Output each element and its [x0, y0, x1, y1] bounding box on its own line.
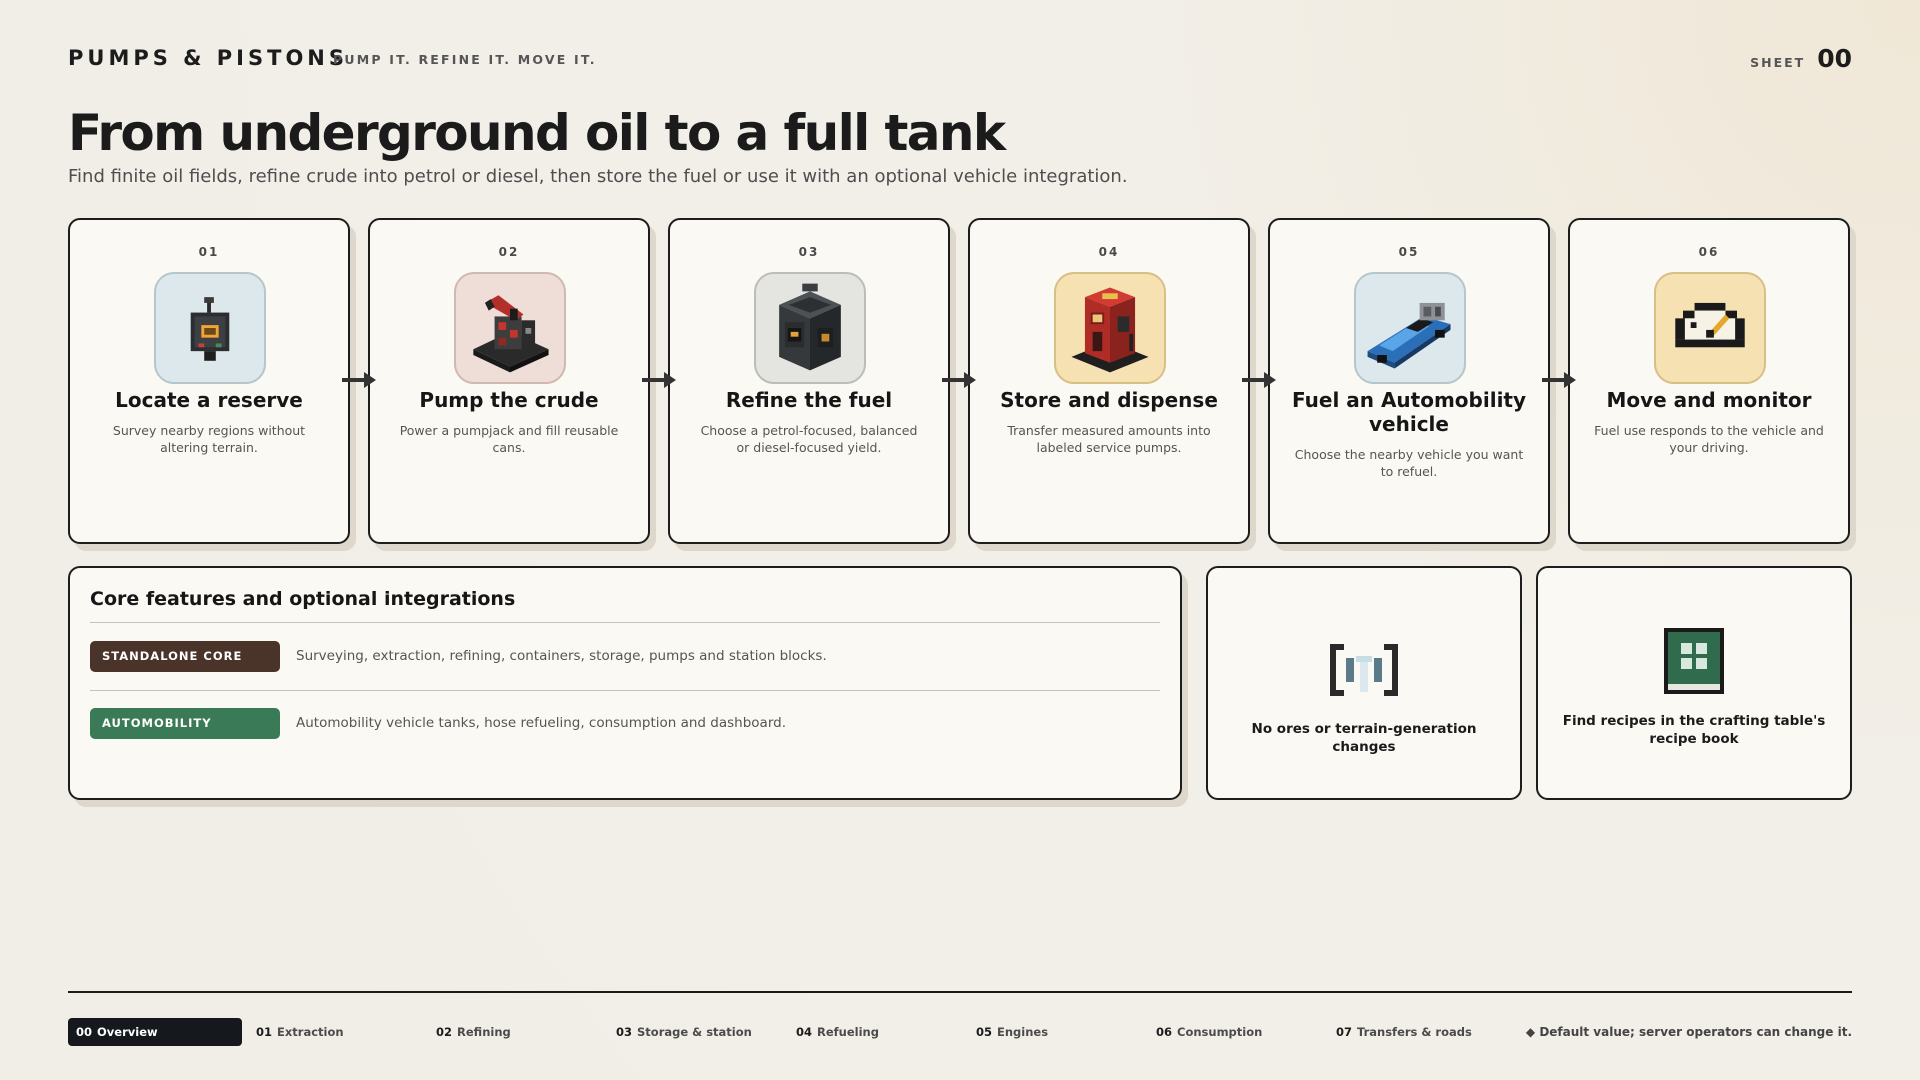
step-title: Pump the crude: [419, 388, 599, 412]
feature-description: Surveying, extraction, refining, contain…: [296, 648, 827, 664]
step-number: 05: [1398, 245, 1420, 259]
nav-item-consumption[interactable]: 06 Consumption: [1148, 1018, 1322, 1046]
step-description: Fuel use responds to the vehicle and you…: [1594, 423, 1824, 455]
step-number: 01: [198, 245, 220, 259]
divider: [90, 690, 1160, 691]
step-number: 02: [498, 245, 520, 259]
feature-description: Automobility vehicle tanks, hose refueli…: [296, 715, 787, 731]
nav-item-number: 06: [1156, 1025, 1173, 1039]
nav-item-refining[interactable]: 02 Refining: [428, 1018, 602, 1046]
card-text: Find recipes in the crafting table's rec…: [1562, 713, 1826, 747]
info-card-recipe-book: Find recipes in the crafting table's rec…: [1536, 566, 1852, 800]
nav-item-extraction[interactable]: 01 Extraction: [248, 1018, 422, 1046]
nav-item-number: 00: [76, 1025, 93, 1039]
step-title: Move and monitor: [1606, 388, 1812, 412]
step-number: 06: [1698, 245, 1720, 259]
nav-item-number: 07: [1336, 1025, 1353, 1039]
structure-void-icon: [1330, 644, 1398, 696]
sheet-label: SHEET: [1750, 55, 1806, 70]
default-value-note: ◆ Default value; server operators can ch…: [1525, 1025, 1852, 1039]
step-title: Locate a reserve: [115, 388, 303, 412]
nav-item-transfers-roads[interactable]: 07 Transfers & roads: [1328, 1018, 1502, 1046]
nav-item-label: Transfers & roads: [1357, 1025, 1472, 1039]
step-card-pump: 02 Pump the crude Power a pumpjack and f…: [368, 218, 650, 544]
nav-item-number: 02: [436, 1025, 453, 1039]
nav-item-number: 03: [616, 1025, 633, 1039]
arrow-right-icon: [1242, 372, 1276, 388]
survey-device-icon: [154, 272, 266, 384]
nav-item-storage-station[interactable]: 03 Storage & station: [608, 1018, 782, 1046]
step-card-refine: 03 Refine the fuel Choose a petrol-focus…: [668, 218, 950, 544]
top-bar: PUMPS & PISTONS PUMP IT. REFINE IT. MOVE…: [68, 44, 1852, 74]
step-title: Refine the fuel: [725, 388, 893, 412]
nav-item-label: Overview: [97, 1025, 158, 1039]
arrow-right-icon: [942, 372, 976, 388]
info-card-no-terrain: No ores or terrain-generation changes: [1206, 566, 1522, 800]
recipe-book-icon: [1664, 628, 1724, 694]
vehicle-icon: [1354, 272, 1466, 384]
refinery-icon: [754, 272, 866, 384]
step-description: Survey nearby regions without altering t…: [112, 423, 306, 455]
sheet-indicator: SHEET 00: [1750, 44, 1852, 73]
step-description: Choose the nearby vehicle you want to re…: [1294, 447, 1524, 479]
sheet-navigation: 00 Overview 01 Extraction 02 Refining 03 Sto…: [68, 1018, 1852, 1046]
process-steps: 01 Locate a reserve Survey nearby region…: [68, 218, 1852, 544]
features-title: Core features and optional integrations: [90, 588, 516, 610]
nav-item-overview[interactable]: 00 Overview: [68, 1018, 242, 1046]
nav-item-number: 01: [256, 1025, 273, 1039]
divider: [90, 622, 1160, 623]
brand-logo: PUMPS & PISTONS: [68, 46, 348, 70]
arrow-right-icon: [1542, 372, 1576, 388]
gauge-icon: [1654, 272, 1766, 384]
arrow-right-icon: [642, 372, 676, 388]
step-card-monitor: 06 Move and monitor Fuel use responds to…: [1568, 218, 1850, 544]
brand-tagline: PUMP IT. REFINE IT. MOVE IT.: [333, 52, 597, 67]
nav-item-label: Consumption: [1177, 1025, 1263, 1039]
standalone-core-badge: STANDALONE CORE: [90, 641, 280, 672]
step-card-locate: 01 Locate a reserve Survey nearby region…: [68, 218, 350, 544]
features-panel: Core features and optional integrations …: [68, 566, 1182, 800]
nav-item-number: 05: [976, 1025, 993, 1039]
page-title: From underground oil to a full tank: [68, 104, 1006, 162]
nav-item-label: Storage & station: [637, 1025, 752, 1039]
nav-item-label: Refining: [457, 1025, 511, 1039]
step-number: 03: [798, 245, 820, 259]
nav-item-number: 04: [796, 1025, 813, 1039]
nav-item-label: Engines: [997, 1025, 1049, 1039]
pumpjack-icon: [454, 272, 566, 384]
step-description: Power a pumpjack and fill reusable cans.: [399, 423, 619, 455]
footer-divider: [68, 991, 1852, 993]
step-title: Store and dispense: [1000, 388, 1218, 412]
sheet-number: 00: [1817, 44, 1852, 73]
step-title: Fuel an Automobility vehicle: [1291, 388, 1527, 436]
step-card-fuel-vehicle: 05 Fuel an Automobility vehicle Choose t…: [1268, 218, 1550, 544]
step-number: 04: [1098, 245, 1120, 259]
nav-item-label: Refueling: [817, 1025, 879, 1039]
card-text: No ores or terrain-generation changes: [1251, 721, 1477, 755]
step-description: Choose a petrol-focused, balanced or die…: [700, 423, 918, 455]
nav-item-refueling[interactable]: 04 Refueling: [788, 1018, 962, 1046]
fuel-pump-icon: [1054, 272, 1166, 384]
step-description: Transfer measured amounts into labeled s…: [1007, 423, 1211, 455]
automobility-badge: AUTOMOBILITY: [90, 708, 280, 739]
page-subtitle: Find finite oil fields, refine crude int…: [68, 166, 1128, 187]
nav-item-engines[interactable]: 05 Engines: [968, 1018, 1142, 1046]
step-card-store: 04 Store and dispense Transfer measured …: [968, 218, 1250, 544]
nav-item-label: Extraction: [277, 1025, 344, 1039]
arrow-right-icon: [342, 372, 376, 388]
